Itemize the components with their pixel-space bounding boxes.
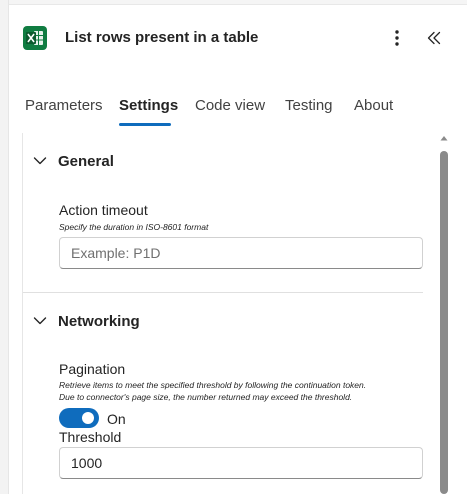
- pagination-label: Pagination: [59, 361, 126, 377]
- settings-panel: List rows present in a table Parameters …: [0, 0, 467, 494]
- pagination-help-line-1: Retrieve items to meet the specified thr…: [59, 380, 367, 390]
- double-chevron-left-icon: [427, 31, 441, 45]
- networking-section-header[interactable]: Networking: [23, 304, 433, 340]
- scroll-up-arrow-icon[interactable]: [440, 135, 448, 141]
- action-timeout-label: Action timeout: [59, 202, 148, 218]
- chevron-down-icon: [33, 157, 47, 165]
- more-vertical-icon: [395, 30, 399, 46]
- panel-title: List rows present in a table: [65, 29, 259, 46]
- tab-code-view[interactable]: Code view: [195, 97, 265, 114]
- left-rail: [0, 0, 9, 494]
- threshold-input[interactable]: [59, 447, 423, 479]
- tab-settings[interactable]: Settings: [119, 97, 178, 114]
- tab-bar: Parameters Settings Code view Testing Ab…: [9, 88, 467, 128]
- general-section-header[interactable]: General: [23, 144, 433, 180]
- action-timeout-help: Specify the duration in ISO-8601 format: [59, 222, 209, 232]
- tab-testing[interactable]: Testing: [285, 97, 333, 114]
- pagination-help-line-2: Due to connector's page size, the number…: [59, 392, 353, 402]
- excel-icon: [23, 26, 47, 50]
- networking-section-title: Networking: [58, 313, 140, 330]
- settings-content: General Action timeout Specify the durat…: [22, 133, 454, 494]
- pagination-toggle-label: On: [107, 411, 126, 427]
- chevron-down-icon: [33, 317, 47, 325]
- action-timeout-input[interactable]: [59, 237, 423, 269]
- pagination-toggle[interactable]: [59, 408, 99, 428]
- panel-header: List rows present in a table: [9, 6, 467, 68]
- general-section-title: General: [58, 153, 114, 170]
- more-options-button[interactable]: [387, 26, 407, 50]
- scrollbar-thumb[interactable]: [440, 151, 448, 494]
- tab-parameters[interactable]: Parameters: [25, 97, 103, 114]
- section-divider: [23, 292, 423, 293]
- collapse-panel-button[interactable]: [423, 26, 445, 50]
- threshold-label: Threshold: [59, 429, 122, 445]
- active-tab-indicator: [119, 123, 171, 126]
- vertical-scrollbar[interactable]: [437, 133, 451, 494]
- tab-about[interactable]: About: [354, 97, 393, 114]
- toggle-knob: [82, 412, 94, 424]
- top-strip: [9, 0, 467, 5]
